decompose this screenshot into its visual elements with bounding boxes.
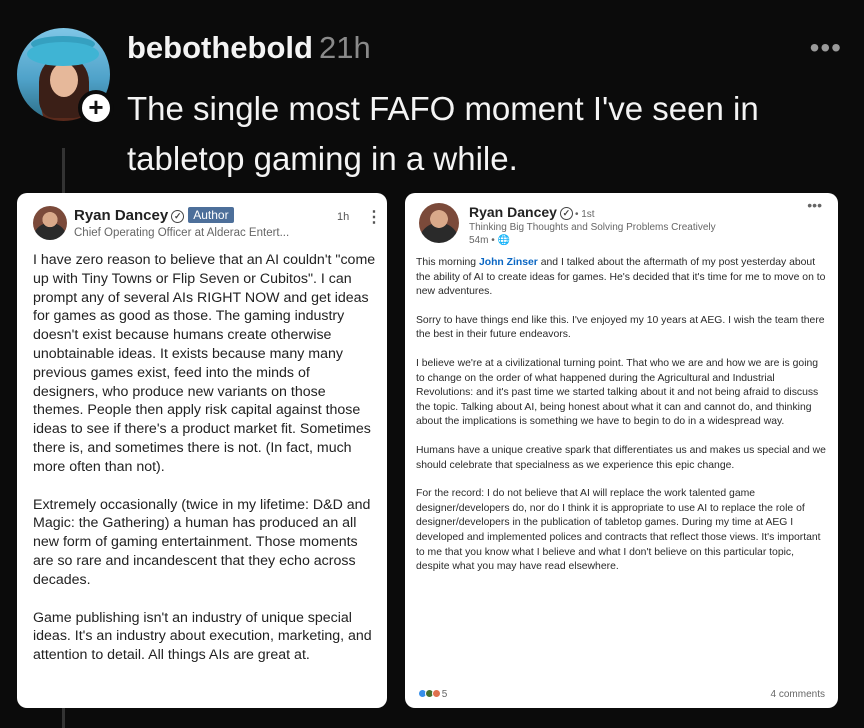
commenter-avatar — [33, 206, 67, 240]
commenter-headline: Chief Operating Officer at Alderac Enter… — [74, 227, 290, 239]
post-age-globe: 54m • 🌐 — [469, 235, 510, 246]
screenshot-card-right[interactable]: Ryan Dancey ✓ • 1st Thinking Big Thoughts … — [405, 193, 838, 708]
post-time: 21h — [318, 30, 371, 65]
poster-avatar — [419, 203, 459, 243]
comment-paragraph: Extremely occasionally (twice in my life… — [33, 496, 371, 588]
author-badge: Author — [188, 207, 234, 223]
avatar-hat — [27, 42, 99, 66]
comment-count: 4 comments — [770, 689, 825, 700]
post-paragraph: For the record: I do not believe that AI… — [416, 488, 821, 573]
comment-body: I have zero reason to believe that an AI… — [33, 251, 379, 684]
more-icon: ••• — [807, 197, 822, 213]
poster-headline: Thinking Big Thoughts and Solving Proble… — [469, 222, 716, 233]
comment-paragraph: Game publishing isn't an industry of uni… — [33, 609, 372, 664]
verified-icon: ✓ — [171, 210, 185, 223]
post-text: The single most FAFO moment I've seen in… — [127, 90, 759, 177]
connection-degree: • 1st — [574, 209, 595, 220]
poster-name: Ryan Dancey — [469, 204, 557, 220]
post-paragraph: Humans have a unique creative spark that… — [416, 444, 826, 471]
verified-icon: ✓ — [559, 207, 573, 220]
commenter-name: Ryan Dancey — [74, 207, 169, 224]
post-paragraph: Sorry to have things end like this. I've… — [416, 314, 825, 341]
screenshot-card-left[interactable]: Ryan Dancey ✓ Author Chief Operating Offic… — [17, 193, 387, 708]
reactions: 5 — [418, 689, 447, 700]
post-paragraph: I believe we're at a civilizational turn… — [416, 357, 819, 428]
comment-paragraph: I have zero reason to believe that an AI… — [33, 252, 376, 475]
kebab-menu-icon: ⋮ — [366, 209, 382, 226]
poster-name-row: Ryan Dancey ✓ • 1st — [469, 204, 595, 220]
support-reaction-icon — [432, 689, 441, 698]
more-options-icon[interactable]: ••• — [810, 32, 842, 64]
avatar-face — [50, 63, 78, 97]
post-author[interactable]: bebothebold 21h — [127, 30, 371, 66]
reaction-count: 5 — [441, 689, 448, 700]
username[interactable]: bebothebold — [127, 30, 313, 65]
post-paragraph: This morning John Zinser and I talked ab… — [416, 256, 828, 300]
mention-link: John Zinser — [478, 257, 538, 268]
linkedin-post-body: This morning John Zinser and I talked ab… — [416, 256, 828, 589]
post-text-segment: This morning — [416, 257, 479, 268]
comment-time: 1h — [337, 211, 350, 223]
follow-plus-icon[interactable]: + — [78, 90, 114, 126]
commenter-name-row: Ryan Dancey ✓ Author — [74, 207, 234, 224]
